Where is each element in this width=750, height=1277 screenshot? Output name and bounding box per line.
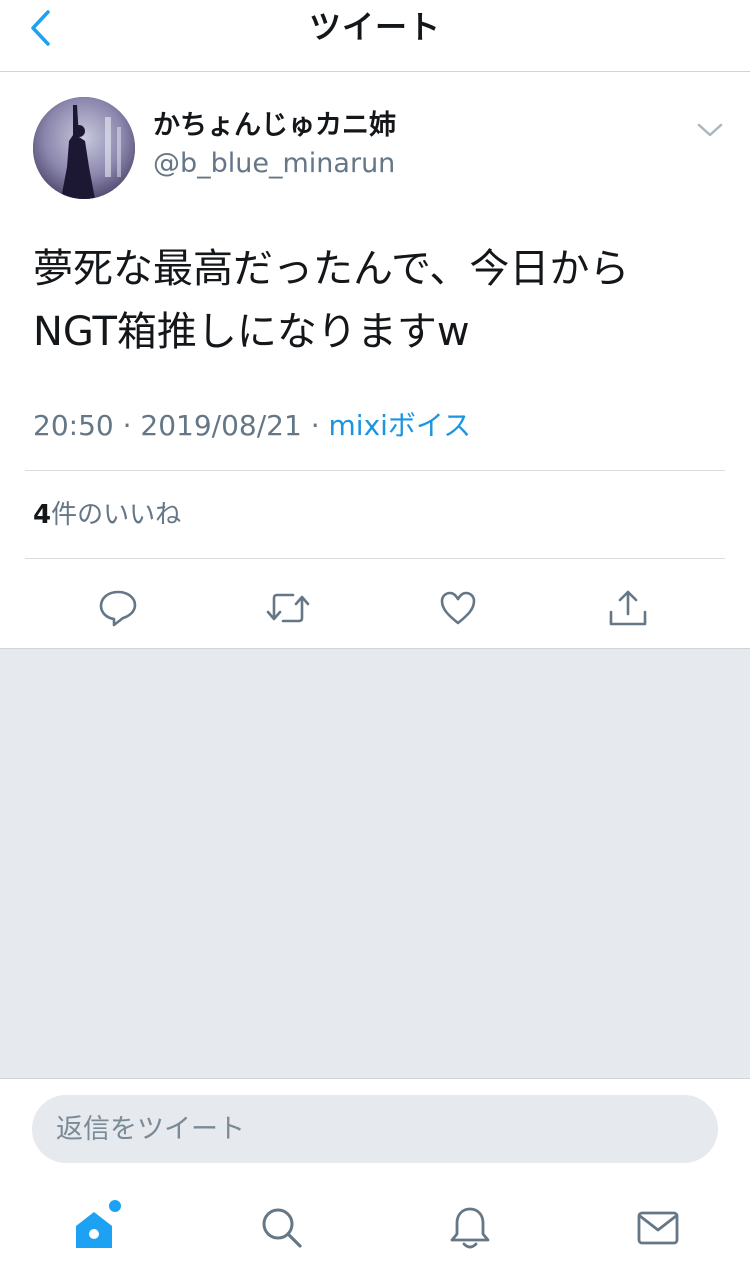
chevron-down-icon — [697, 123, 723, 137]
reply-input[interactable] — [32, 1095, 718, 1163]
tab-home[interactable] — [66, 1200, 122, 1256]
tab-bar — [0, 1176, 750, 1277]
retweet-icon — [266, 593, 310, 623]
tab-messages[interactable] — [630, 1200, 686, 1256]
tab-search[interactable] — [254, 1200, 310, 1256]
tweet-detail-screen: ツイート かちょんじゅカニ姉 @b_blue_minarun 夢死な最高だったん… — [0, 0, 750, 1277]
navigation-header: ツイート — [0, 0, 750, 72]
meta-separator: · — [122, 409, 132, 442]
notification-dot — [109, 1200, 121, 1212]
tab-notifications[interactable] — [442, 1200, 498, 1256]
retweet-button[interactable] — [264, 584, 312, 632]
more-options-button[interactable] — [690, 113, 730, 147]
tweet-meta: 20:50 · 2019/08/21 · mixiボイス — [33, 408, 471, 444]
share-icon — [609, 590, 647, 626]
like-button[interactable] — [434, 584, 482, 632]
reply-button[interactable] — [94, 584, 142, 632]
tweet: かちょんじゅカニ姉 @b_blue_minarun 夢死な最高だったんで、今日か… — [0, 73, 750, 648]
avatar-image — [33, 97, 135, 199]
display-name[interactable]: かちょんじゅカニ姉 — [153, 109, 396, 143]
avatar[interactable] — [33, 97, 135, 199]
meta-separator: · — [310, 409, 320, 442]
tweet-actions — [0, 576, 750, 636]
divider — [25, 558, 725, 559]
heart-icon — [440, 591, 476, 625]
empty-replies-area — [0, 648, 750, 1078]
likes-label: 件のいいね — [51, 500, 182, 530]
tweet-date: 2019/08/21 — [140, 409, 302, 442]
notifications-icon — [450, 1207, 490, 1249]
search-icon — [262, 1208, 302, 1248]
share-button[interactable] — [604, 584, 652, 632]
divider — [25, 470, 725, 471]
messages-icon — [637, 1211, 679, 1245]
user-handle[interactable]: @b_blue_minarun — [153, 147, 395, 181]
page-title: ツイート — [308, 8, 441, 46]
reply-bar — [0, 1078, 750, 1176]
home-icon — [76, 1212, 112, 1248]
tweet-time: 20:50 — [33, 409, 114, 442]
tweet-text: 夢死な最高だったんで、今日から NGT箱推しになりますw — [33, 246, 630, 355]
reply-icon — [99, 590, 137, 627]
tweet-source-link[interactable]: mixiボイス — [329, 409, 472, 442]
likes-count: 4 — [33, 500, 52, 530]
likes-summary[interactable]: 4件のいいね — [33, 498, 181, 532]
